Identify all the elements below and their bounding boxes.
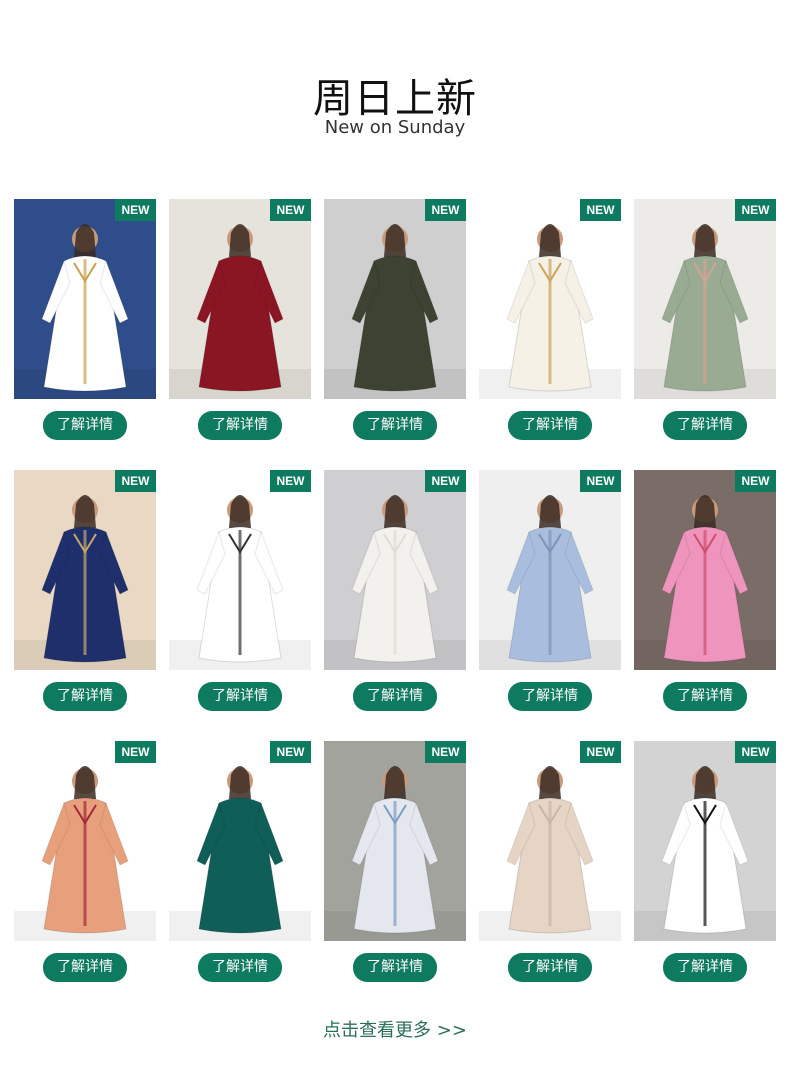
- new-badge: NEW: [115, 741, 156, 763]
- learn-more-button[interactable]: 了解详情: [198, 953, 282, 982]
- learn-more-button[interactable]: 了解详情: [508, 682, 592, 711]
- page-subtitle: New on Sunday: [324, 117, 466, 138]
- learn-more-button[interactable]: 了解详情: [663, 682, 747, 711]
- product-image[interactable]: NEW: [479, 741, 621, 941]
- learn-more-button[interactable]: 了解详情: [43, 682, 127, 711]
- new-badge: NEW: [580, 470, 621, 492]
- learn-more-button[interactable]: 了解详情: [353, 682, 437, 711]
- product-image[interactable]: NEW: [479, 199, 621, 399]
- learn-more-button[interactable]: 了解详情: [43, 411, 127, 440]
- page-title: 周日上新: [313, 76, 477, 122]
- product-image[interactable]: NEW: [14, 199, 156, 399]
- product-card: NEW 了解详情: [324, 470, 466, 720]
- learn-more-button[interactable]: 了解详情: [508, 411, 592, 440]
- product-image[interactable]: NEW: [479, 470, 621, 670]
- new-badge: NEW: [270, 199, 311, 221]
- new-badge: NEW: [735, 470, 776, 492]
- learn-more-button[interactable]: 了解详情: [353, 411, 437, 440]
- product-image[interactable]: NEW: [169, 199, 311, 399]
- new-badge: NEW: [115, 199, 156, 221]
- product-image[interactable]: NEW: [14, 470, 156, 670]
- section-header: 周日上新 New on Sunday: [0, 0, 790, 170]
- product-card: NEW 了解详情: [479, 741, 621, 991]
- learn-more-button[interactable]: 了解详情: [353, 953, 437, 982]
- product-image[interactable]: NEW: [324, 741, 466, 941]
- new-badge: NEW: [270, 741, 311, 763]
- product-card: NEW 了解详情: [479, 470, 621, 720]
- new-badge: NEW: [735, 199, 776, 221]
- learn-more-button[interactable]: 了解详情: [198, 682, 282, 711]
- product-card: NEW 了解详情: [479, 199, 621, 449]
- product-card: NEW 了解详情: [634, 470, 776, 720]
- new-badge: NEW: [425, 741, 466, 763]
- product-card: NEW 了解详情: [634, 741, 776, 991]
- new-badge: NEW: [425, 470, 466, 492]
- product-card: NEW 了解详情: [169, 470, 311, 720]
- product-image[interactable]: NEW: [324, 470, 466, 670]
- product-card: NEW 了解详情: [169, 741, 311, 991]
- learn-more-button[interactable]: 了解详情: [508, 953, 592, 982]
- product-image[interactable]: NEW: [169, 741, 311, 941]
- product-image[interactable]: NEW: [324, 199, 466, 399]
- product-card: NEW 了解详情: [324, 741, 466, 991]
- learn-more-button[interactable]: 了解详情: [43, 953, 127, 982]
- product-image[interactable]: NEW: [169, 470, 311, 670]
- product-card: NEW 了解详情: [14, 199, 156, 449]
- product-card: NEW 了解详情: [169, 199, 311, 449]
- product-card: NEW 了解详情: [14, 470, 156, 720]
- product-image[interactable]: NEW: [634, 199, 776, 399]
- product-card: NEW 了解详情: [14, 741, 156, 991]
- new-badge: NEW: [270, 470, 311, 492]
- learn-more-button[interactable]: 了解详情: [198, 411, 282, 440]
- product-image[interactable]: NEW: [14, 741, 156, 941]
- new-badge: NEW: [425, 199, 466, 221]
- product-image[interactable]: NEW: [634, 741, 776, 941]
- view-more-link[interactable]: 点击查看更多 >>: [0, 1016, 790, 1042]
- product-image[interactable]: NEW: [634, 470, 776, 670]
- new-badge: NEW: [580, 199, 621, 221]
- new-badge: NEW: [580, 741, 621, 763]
- learn-more-button[interactable]: 了解详情: [663, 411, 747, 440]
- product-card: NEW 了解详情: [634, 199, 776, 449]
- product-card: NEW 了解详情: [324, 199, 466, 449]
- new-badge: NEW: [115, 470, 156, 492]
- learn-more-button[interactable]: 了解详情: [663, 953, 747, 982]
- new-badge: NEW: [735, 741, 776, 763]
